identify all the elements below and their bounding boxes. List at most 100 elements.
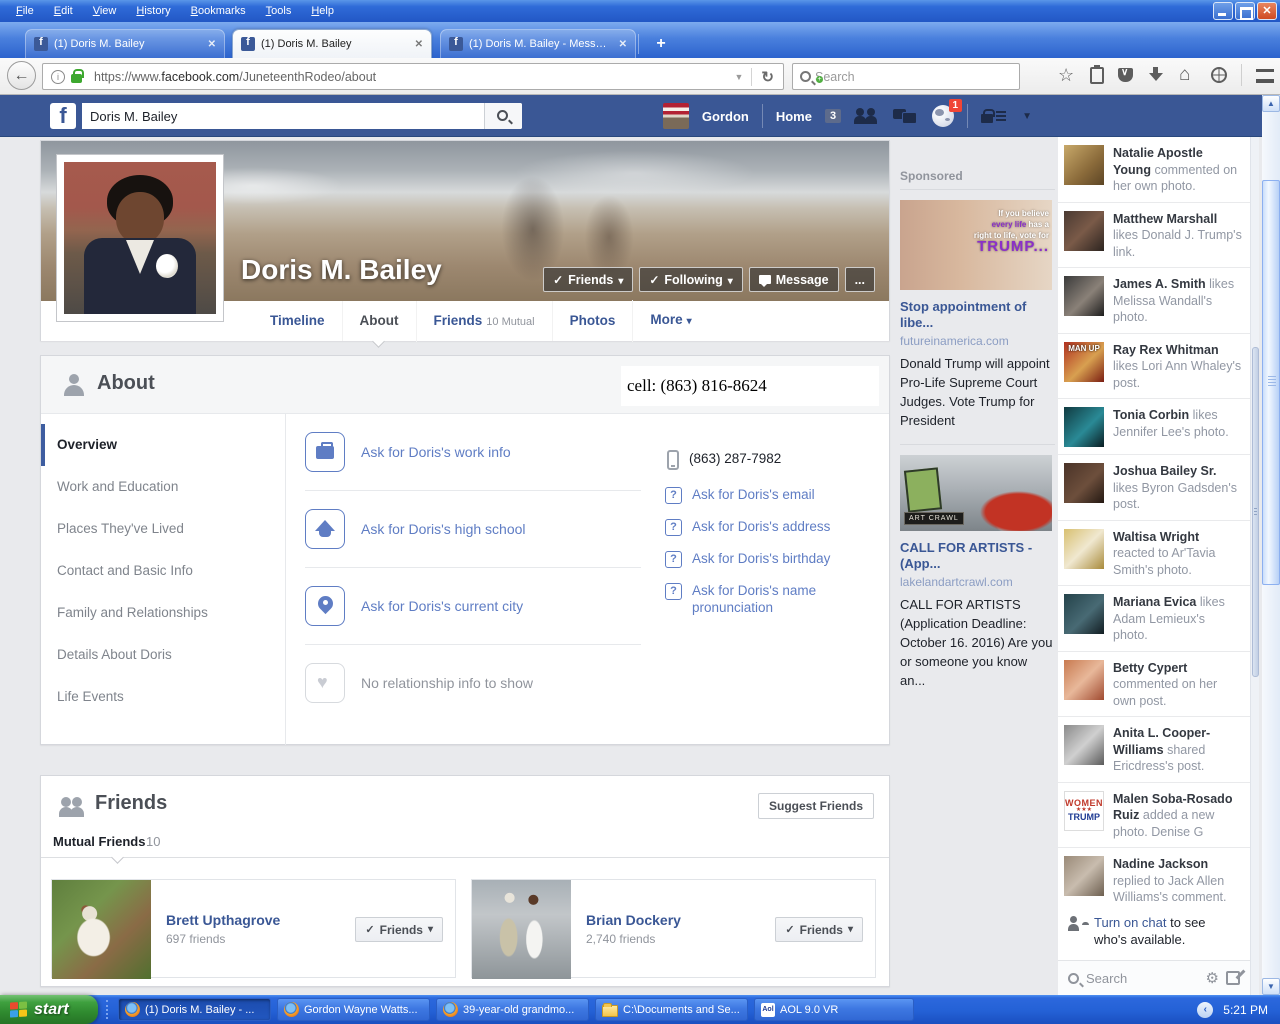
close-button[interactable] [1257, 2, 1277, 20]
facebook-search-button[interactable] [484, 103, 522, 129]
ticker-item[interactable]: Waltisa Wright reacted to Ar'Tavia Smith… [1058, 521, 1250, 587]
ticker-item[interactable]: WOMEN★★★TRUMPMalen Soba-Rosado Ruiz adde… [1058, 783, 1250, 849]
ask-email-link[interactable]: Ask for Doris's email [692, 486, 815, 503]
facebook-search-input[interactable] [82, 103, 484, 129]
following-button[interactable]: Following [639, 267, 742, 292]
browser-scrollbar[interactable]: ▲ ▼ [1262, 95, 1280, 995]
url-bar[interactable]: i https://www.facebook.com/JuneteenthRod… [42, 63, 784, 90]
menu-edit[interactable]: Edit [46, 3, 81, 19]
friends-status-button[interactable]: Friends [543, 267, 633, 292]
facebook-logo[interactable]: f [50, 103, 76, 129]
browser-tab-1[interactable]: (1) Doris M. Bailey ✕ [25, 29, 225, 58]
clipboard-icon[interactable] [1090, 67, 1104, 84]
taskbar-button-firefox-grandmo[interactable]: 39-year-old grandmo... [436, 998, 589, 1021]
ticker-item[interactable]: Natalie Apostle Young commented on her o… [1058, 137, 1250, 203]
tab-friends[interactable]: Friends10 Mutual [416, 301, 552, 342]
tray-collapse-icon[interactable]: ‹ [1197, 1002, 1213, 1018]
tab-close-icon[interactable]: ✕ [619, 39, 627, 50]
ad-image[interactable]: If you believe every life has a right to… [900, 200, 1052, 290]
message-button[interactable]: Message [749, 267, 839, 292]
ticker-item[interactable]: James A. Smith likes Melissa Wandall's p… [1058, 268, 1250, 334]
user-avatar[interactable] [663, 103, 689, 129]
gear-icon[interactable]: ⚙ [1206, 969, 1219, 987]
about-nav-overview[interactable]: Overview [41, 424, 285, 466]
taskbar-button-firefox-doris[interactable]: (1) Doris M. Bailey - ... [118, 998, 271, 1021]
ad-image[interactable]: ART CRAWL [900, 455, 1052, 531]
notifications-globe-icon[interactable]: 1 [932, 105, 954, 127]
friend-status-button[interactable]: Friends [355, 917, 443, 942]
menu-history[interactable]: History [128, 3, 178, 19]
menu-help[interactable]: Help [303, 3, 342, 19]
about-nav-contact-basic[interactable]: Contact and Basic Info [41, 550, 285, 592]
messenger-icon[interactable] [893, 106, 919, 126]
ticker-item[interactable]: MAN UPRay Rex Whitman likes Lori Ann Wha… [1058, 334, 1250, 400]
taskbar-button-firefox-gordon[interactable]: Gordon Wayne Watts... [277, 998, 430, 1021]
account-menu-caret-icon[interactable]: ▼ [1022, 111, 1032, 122]
reload-icon[interactable]: ↻ [752, 68, 783, 86]
profile-link[interactable]: Gordon [702, 109, 749, 124]
about-nav-family-relationships[interactable]: Family and Relationships [41, 592, 285, 634]
turn-on-chat-link[interactable]: Turn on chat [1094, 915, 1167, 930]
ticker-item[interactable]: Betty Cypert commented on her own post. [1058, 652, 1250, 718]
tab-about[interactable]: About [342, 301, 416, 341]
friend-requests-icon[interactable] [854, 106, 880, 126]
scroll-up-icon[interactable]: ▲ [1262, 95, 1280, 112]
menu-tools[interactable]: Tools [258, 3, 300, 19]
browser-search-bar[interactable]: + [792, 63, 1020, 90]
friend-name-link[interactable]: Brett Upthagrove [166, 912, 280, 928]
browser-tab-2-active[interactable]: (1) Doris M. Bailey ✕ [232, 29, 432, 58]
menu-file[interactable]: File [8, 3, 42, 19]
page-info-icon[interactable]: i [51, 70, 65, 84]
privacy-shortcuts-icon[interactable] [981, 114, 993, 123]
menu-bookmarks[interactable]: Bookmarks [183, 3, 254, 19]
https-lock-icon[interactable] [71, 74, 82, 83]
url-dropdown-icon[interactable]: ▼ [727, 72, 752, 82]
tab-timeline[interactable]: Timeline [253, 301, 342, 341]
ask-address-link[interactable]: Ask for Doris's address [692, 518, 830, 535]
new-tab-button[interactable]: + [648, 32, 674, 56]
home-icon[interactable] [1179, 66, 1197, 84]
ask-birthday-link[interactable]: Ask for Doris's birthday [692, 550, 830, 567]
taskbar-button-explorer[interactable]: C:\Documents and Se... [595, 998, 748, 1021]
scrollbar-thumb[interactable] [1262, 180, 1280, 585]
ask-current-city-link[interactable]: Ask for Doris's current city [361, 598, 523, 614]
ticker-item[interactable]: Matthew Marshall likes Donald J. Trump's… [1058, 203, 1250, 269]
home-link[interactable]: Home [776, 109, 812, 124]
restore-button[interactable] [1235, 2, 1255, 20]
tab-more[interactable]: More▾ [632, 300, 708, 342]
ticker-item[interactable]: Mariana Evica likes Adam Lemieux's photo… [1058, 586, 1250, 652]
back-button[interactable] [7, 61, 36, 90]
about-nav-details[interactable]: Details About Doris [41, 634, 285, 676]
taskbar-button-aol[interactable]: AolAOL 9.0 VR [754, 998, 914, 1021]
tab-close-icon[interactable]: ✕ [415, 39, 423, 50]
more-options-button[interactable]: ... [845, 267, 875, 292]
ad-headline-link[interactable]: CALL FOR ARTISTS - (App... [900, 531, 1055, 572]
suggest-friends-button[interactable]: Suggest Friends [758, 793, 874, 819]
chat-search-bar[interactable]: Search ⚙ [1058, 960, 1250, 995]
about-nav-life-events[interactable]: Life Events [41, 676, 285, 718]
ticker-scrollbar-thumb[interactable] [1252, 347, 1259, 677]
about-nav-places-lived[interactable]: Places They've Lived [41, 508, 285, 550]
browser-tab-3[interactable]: (1) Doris M. Bailey - Messages ✕ [440, 29, 636, 58]
start-button[interactable]: start [0, 995, 98, 1024]
friend-photo[interactable] [472, 880, 571, 979]
mutual-friends-tab[interactable]: Mutual Friends [53, 834, 145, 849]
profile-picture[interactable] [56, 154, 224, 322]
facebook-search[interactable] [82, 103, 522, 129]
tab-close-icon[interactable]: ✕ [208, 39, 216, 50]
ask-pronunciation-link[interactable]: Ask for Doris's name pronunciation [692, 582, 855, 616]
friend-name-link[interactable]: Brian Dockery [586, 912, 681, 928]
menu-hamburger-icon[interactable] [1256, 69, 1274, 83]
browser-search-input[interactable] [815, 70, 1019, 84]
scroll-down-icon[interactable]: ▼ [1262, 978, 1280, 995]
ask-work-info-link[interactable]: Ask for Doris's work info [361, 444, 511, 460]
globe-addon-icon[interactable] [1211, 67, 1227, 83]
minimize-button[interactable] [1213, 2, 1233, 20]
ask-high-school-link[interactable]: Ask for Doris's high school [361, 521, 526, 537]
ticker-item[interactable]: Joshua Bailey Sr. likes Byron Gadsden's … [1058, 455, 1250, 521]
ticker-scrollbar[interactable] [1250, 137, 1259, 995]
friend-photo[interactable] [52, 880, 151, 979]
friend-status-button[interactable]: Friends [775, 917, 863, 942]
menu-view[interactable]: View [85, 3, 125, 19]
download-icon[interactable] [1147, 66, 1165, 84]
